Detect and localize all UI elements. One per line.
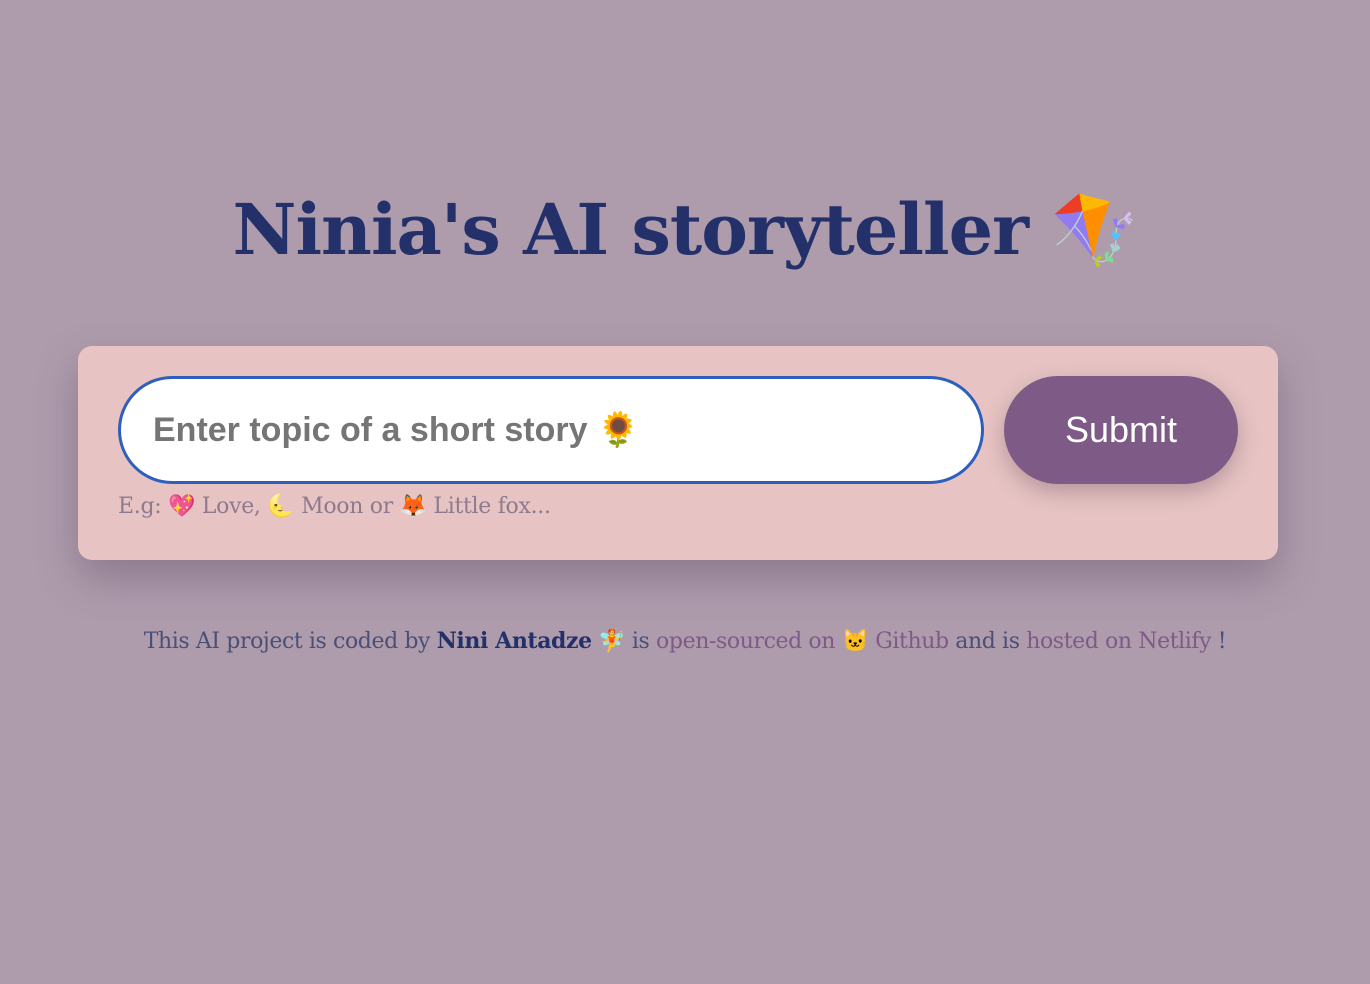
page-title-text: Ninia's AI storyteller [232, 188, 1029, 271]
author-link[interactable]: Nini Antadze [437, 628, 592, 654]
footer-and-is: and is [955, 629, 1020, 654]
netlify-link[interactable]: hosted on Netlify [1026, 629, 1211, 654]
footer-suffix: ! [1217, 629, 1227, 654]
footer-is: is [631, 629, 650, 654]
kite-icon: 🪁 [1051, 189, 1138, 271]
page-title: Ninia's AI storyteller 🪁 [0, 180, 1370, 280]
story-form-card: Submit E.g: 💖 Love, 🌜 Moon or 🦊 Little f… [78, 346, 1278, 560]
input-hint: E.g: 💖 Love, 🌜 Moon or 🦊 Little fox... [118, 494, 551, 519]
fairy-icon: 🧚 [598, 629, 626, 654]
github-link[interactable]: open-sourced on 🐱 Github [656, 629, 949, 654]
story-topic-input[interactable] [118, 376, 984, 484]
footer-prefix: This AI project is coded by [143, 629, 431, 654]
footer: This AI project is coded by Nini Antadze… [0, 628, 1370, 654]
submit-button[interactable]: Submit [1004, 376, 1238, 484]
